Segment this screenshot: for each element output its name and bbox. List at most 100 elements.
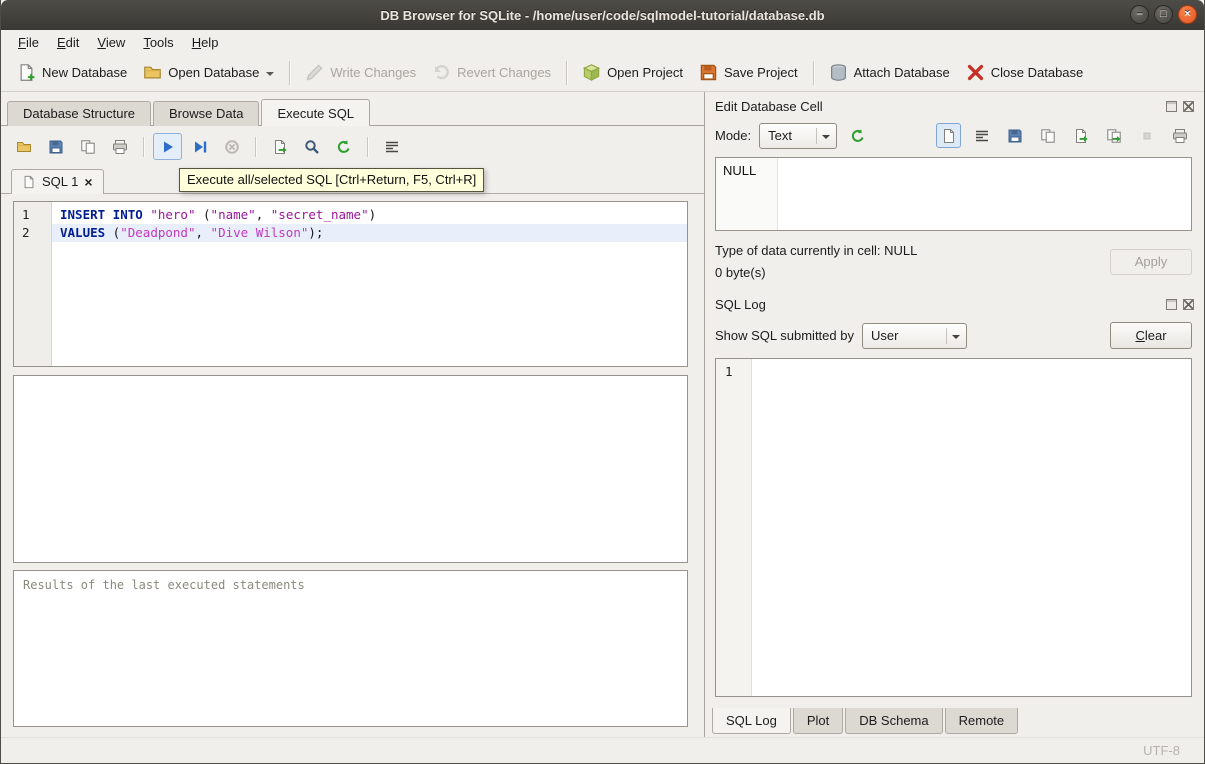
undock-icon[interactable]: [1166, 299, 1177, 310]
execute-all-button[interactable]: [153, 133, 182, 160]
log-filter-label: Show SQL submitted by: [715, 328, 854, 343]
sql-log-dock-header: SQL Log: [705, 290, 1204, 315]
find-button[interactable]: [297, 133, 326, 160]
minimize-button[interactable]: –: [1130, 5, 1149, 24]
chevron-down-icon: [822, 135, 830, 143]
new-database-icon: [17, 63, 36, 82]
export-results-button[interactable]: [265, 133, 294, 160]
copy-icon: [1040, 128, 1056, 144]
menu-help[interactable]: Help: [183, 32, 228, 53]
open-sql-file-button[interactable]: [9, 133, 38, 160]
tab-sql-log[interactable]: SQL Log: [712, 708, 791, 734]
menu-tools[interactable]: Tools: [134, 32, 182, 53]
print-cell-button[interactable]: [1167, 123, 1192, 148]
log-body: [752, 359, 1191, 696]
cell-icon-group: [936, 123, 1192, 148]
menu-view[interactable]: View: [88, 32, 134, 53]
encoding-status: UTF-8: [1143, 743, 1180, 758]
revert-changes-button: Revert Changes: [424, 58, 559, 87]
chevron-down-icon: [952, 335, 960, 343]
close-tab-icon[interactable]: ×: [84, 176, 92, 188]
attach-database-button[interactable]: Attach Database: [821, 58, 958, 87]
close-database-icon: [966, 63, 985, 82]
cell-type-info: Type of data currently in cell: NULL: [715, 243, 917, 258]
close-database-button[interactable]: Close Database: [958, 58, 1092, 87]
log-gutter: 1: [716, 359, 752, 696]
save-sql-as-button[interactable]: [73, 133, 102, 160]
menu-edit[interactable]: Edit: [48, 32, 88, 53]
tab-remote[interactable]: Remote: [945, 708, 1019, 734]
edit-cell-title: Edit Database Cell: [715, 99, 823, 114]
close-database-label: Close Database: [991, 65, 1084, 80]
open-sql-file-icon: [16, 139, 32, 155]
sql-tab-label: SQL 1: [42, 174, 78, 189]
stop-execution-button: [217, 133, 246, 160]
find-replace-icon: [336, 139, 352, 155]
cell-type-row: Type of data currently in cell: NULL 0 b…: [715, 243, 1192, 280]
tab-plot[interactable]: Plot: [793, 708, 843, 734]
undock-icon[interactable]: [1166, 101, 1177, 112]
cell-size-info: 0 byte(s): [715, 265, 917, 280]
save-sql-as-icon: [80, 139, 96, 155]
find-replace-button[interactable]: [329, 133, 358, 160]
log-line-number: 1: [725, 364, 733, 379]
tab-database-structure[interactable]: Database Structure: [7, 101, 151, 126]
format-sql-button[interactable]: [377, 133, 406, 160]
import-icon: [1073, 128, 1089, 144]
cell-editor[interactable]: NULL: [715, 157, 1192, 231]
tab-execute-sql[interactable]: Execute SQL: [261, 99, 370, 126]
sql-toolbar: [1, 126, 704, 165]
set-null-icon: [1139, 128, 1155, 144]
main-tab-bar: Database Structure Browse Data Execute S…: [1, 98, 704, 126]
save-sql-file-icon: [48, 139, 64, 155]
results-message-panel: Results of the last executed statements: [13, 570, 688, 727]
tab-db-schema[interactable]: DB Schema: [845, 708, 942, 734]
copy-cell-button[interactable]: [1035, 123, 1060, 148]
text-mode-button[interactable]: [936, 123, 961, 148]
sql-editor-tab[interactable]: SQL 1 ×: [11, 169, 104, 194]
word-wrap-button[interactable]: [969, 123, 994, 148]
clear-log-button[interactable]: Clear: [1110, 322, 1192, 349]
sql-editor[interactable]: 12 INSERT INTO "hero" ("name", "secret_n…: [13, 201, 688, 367]
cell-editor-area: [778, 158, 1191, 230]
menu-bar: File Edit View Tools Help: [1, 30, 1204, 54]
sql-log-view[interactable]: 1: [715, 358, 1192, 697]
revert-changes-label: Revert Changes: [457, 65, 551, 80]
tab-browse-data[interactable]: Browse Data: [153, 101, 259, 126]
close-dock-icon[interactable]: [1183, 101, 1194, 112]
close-button[interactable]: ×: [1178, 5, 1197, 24]
auto-refresh-button[interactable]: [845, 123, 870, 148]
export-results-icon: [272, 139, 288, 155]
open-project-button[interactable]: Open Project: [574, 58, 691, 87]
sql-code: INSERT INTO "hero" ("name", "secret_name…: [52, 202, 687, 366]
open-database-button[interactable]: Open Database: [135, 58, 282, 87]
sql-toolbar-separator: [143, 137, 144, 157]
sql-log-filter-row: Show SQL submitted by User Clear: [705, 317, 1204, 353]
cell-mode-row: Mode: Text: [705, 117, 1204, 154]
results-grid: [13, 375, 688, 563]
open-database-dropdown-icon[interactable]: [266, 72, 274, 80]
new-database-button[interactable]: New Database: [9, 58, 135, 87]
print-sql-button[interactable]: [105, 133, 134, 160]
sql-gutter: 12: [14, 202, 52, 366]
stop-execution-icon: [224, 139, 240, 155]
menu-file[interactable]: File: [9, 32, 48, 53]
import-cell-button[interactable]: [1068, 123, 1093, 148]
left-pane: Database Structure Browse Data Execute S…: [1, 92, 704, 737]
close-dock-icon[interactable]: [1183, 299, 1194, 310]
save-project-button[interactable]: Save Project: [691, 58, 806, 87]
apply-label: Apply: [1135, 254, 1168, 269]
right-pane: Edit Database Cell Mode: Text: [704, 92, 1204, 737]
log-filter-select[interactable]: User: [862, 323, 967, 349]
save-sql-file-button[interactable]: [41, 133, 70, 160]
maximize-button[interactable]: □: [1154, 5, 1173, 24]
execute-line-button[interactable]: [185, 133, 214, 160]
export-cell-button[interactable]: [1101, 123, 1126, 148]
mode-select[interactable]: Text: [759, 123, 837, 149]
open-file-button[interactable]: [1002, 123, 1027, 148]
revert-changes-icon: [432, 63, 451, 82]
export-icon: [1106, 128, 1122, 144]
execute-all-icon: [160, 139, 176, 155]
write-changes-button: Write Changes: [297, 58, 424, 87]
sql-log-title: SQL Log: [715, 297, 766, 312]
